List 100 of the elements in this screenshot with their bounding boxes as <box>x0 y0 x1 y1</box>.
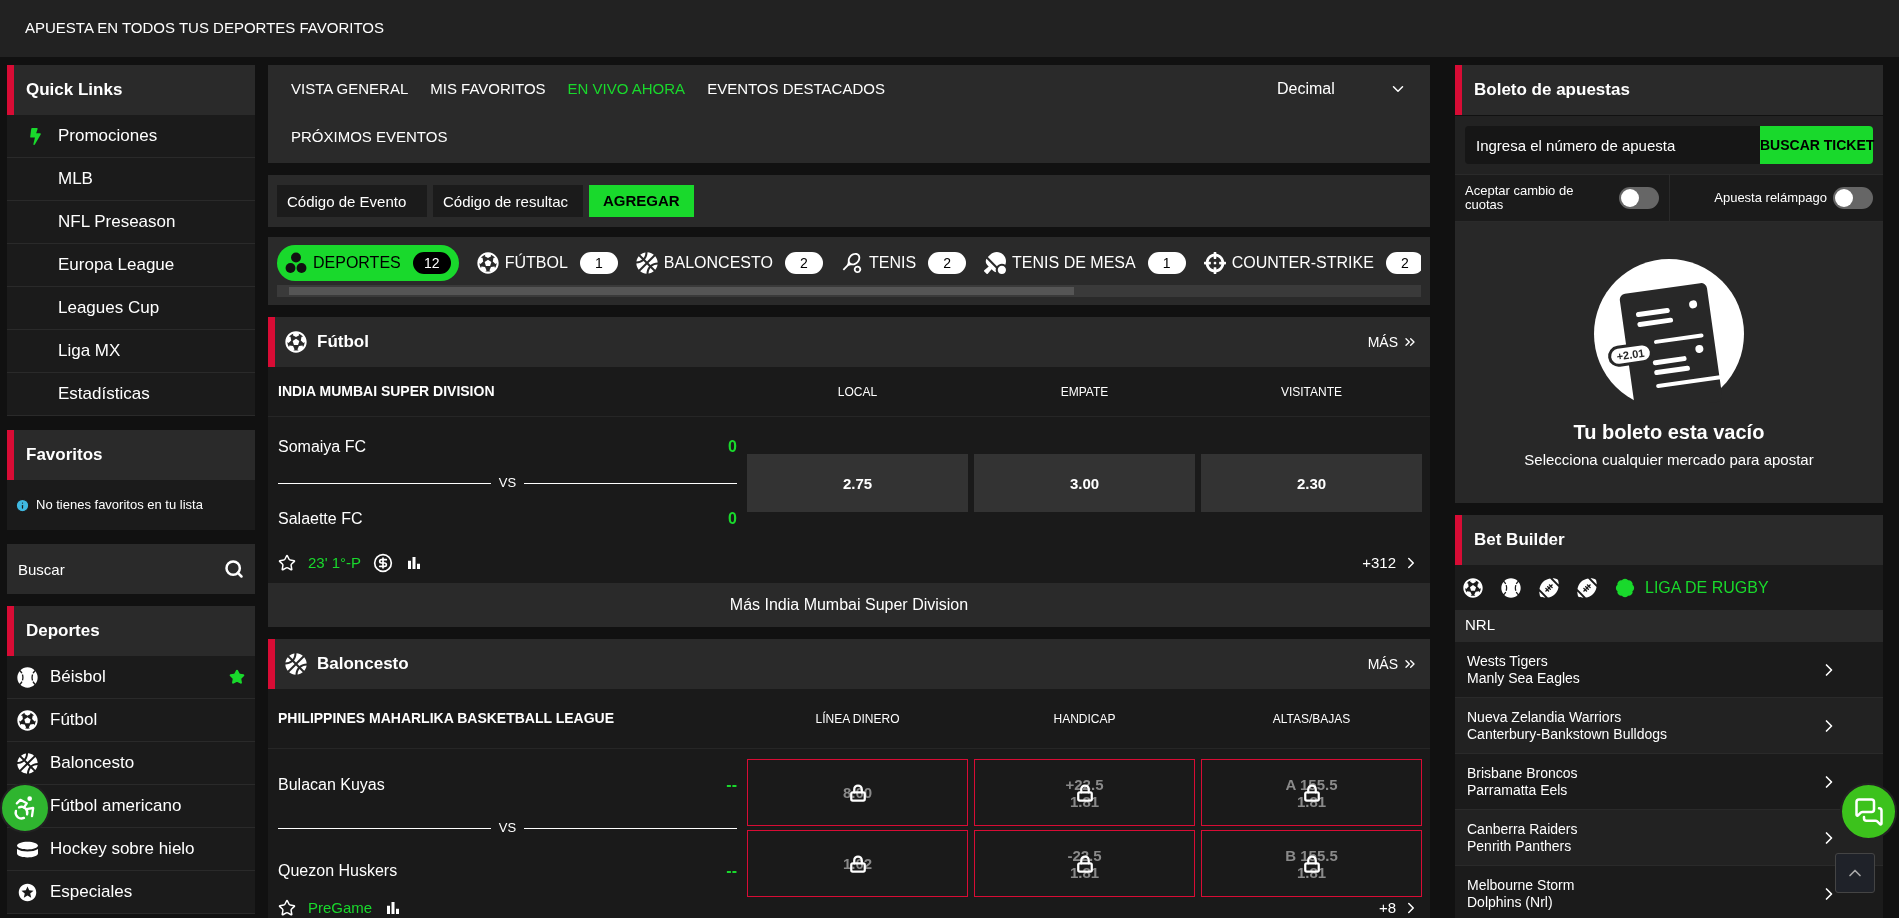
ticket-number-field[interactable]: Ingresa el número de apuesta <box>1465 126 1760 164</box>
panel-title: Quick Links <box>26 79 123 102</box>
count-badge: 2 <box>1385 252 1421 274</box>
sport-tab[interactable]: LIGA DE RUGBY <box>1615 575 1769 600</box>
nav-tab[interactable]: EN VIVO AHORA <box>567 65 686 113</box>
result-code-field[interactable]: Código de resultac <box>433 185 583 217</box>
search-field[interactable]: Buscar <box>7 544 255 594</box>
match-status: 23' 1°-P <box>308 552 362 573</box>
add-button[interactable]: AGREGAR <box>589 185 694 217</box>
quick-link-item[interactable]: Liga MX <box>7 330 255 373</box>
quick-link-label: Europa League <box>58 254 175 277</box>
more-events-button[interactable]: Más India Mumbai Super Division <box>268 583 1430 627</box>
team-name: Bulacan Kuyas <box>278 775 385 795</box>
event-code-field[interactable]: Código de Evento <box>277 185 427 217</box>
quick-link-label: Leagues Cup <box>58 297 160 320</box>
odds-button[interactable]: 2.30 <box>1201 454 1422 512</box>
panel-title: Bet Builder <box>1474 529 1565 552</box>
away-team: Canterbury-Bankstown Bulldogs <box>1467 725 1667 743</box>
home-team: Nueva Zelandia Warriors <box>1467 708 1623 726</box>
quick-link-label: MLB <box>58 168 93 191</box>
column-header: LOCAL <box>836 383 879 401</box>
column-header: HANDICAP <box>1052 710 1117 728</box>
match-row[interactable]: Nueva Zelandia Warriors Canterbury-Bankstown Bulldogs <box>1455 697 1883 753</box>
team-score: -- <box>726 775 737 795</box>
odds-button[interactable]: A 155.5 1.81 <box>1201 759 1422 826</box>
match-row[interactable]: Canberra Raiders Penrith Panthers <box>1455 809 1883 865</box>
count-badge: 12 <box>412 252 451 274</box>
nav-tab[interactable]: MIS FAVORITOS <box>430 65 546 113</box>
empty-slip-title: Tu boleto esta vacío <box>1573 420 1765 445</box>
away-team: Parramatta Eels <box>1467 781 1569 799</box>
away-team: Penrith Panthers <box>1467 837 1573 855</box>
team-score: -- <box>726 861 737 881</box>
count-badge: 2 <box>928 252 967 274</box>
away-team: Manly Sea Eagles <box>1467 669 1580 687</box>
column-header: LÍNEA DINERO <box>814 710 901 728</box>
match-row[interactable]: Brisbane Broncos Parramatta Eels <box>1455 753 1883 809</box>
sport-chip[interactable]: DEPORTES 12 <box>277 245 459 281</box>
versus-label: VS <box>498 819 517 838</box>
quick-link-item[interactable]: Leagues Cup <box>7 287 255 330</box>
home-team: Canberra Raiders <box>1467 820 1578 838</box>
league-title: INDIA MUMBAI SUPER DIVISION <box>277 382 496 401</box>
nav-tab[interactable]: VISTA GENERAL <box>291 65 409 113</box>
sport-item[interactable]: Béisbol <box>50 664 106 690</box>
team-name: Salaette FC <box>278 509 363 529</box>
away-team: Dolphins (Nrl) <box>1467 893 1554 911</box>
favorites-message: No tienes favoritos en tu lista <box>36 496 203 515</box>
section-title: Fútbol <box>317 331 369 354</box>
column-header: ALTAS/BAJAS <box>1271 710 1352 728</box>
quick-link-item[interactable]: MLB <box>7 158 255 201</box>
odds-button[interactable]: B 155.5 1.81 <box>1201 830 1422 897</box>
count-badge: 2 <box>784 252 823 274</box>
more-markets-link[interactable]: +312 <box>1362 551 1420 575</box>
sport-chip[interactable]: COUNTER-STRIKE 2 <box>1203 245 1421 281</box>
empty-slip-text: Selecciona cualquier mercado para apostar <box>1524 450 1814 470</box>
quick-link-item[interactable]: Estadísticas <box>7 373 255 416</box>
nav-tab[interactable]: EVENTOS DESTACADOS <box>707 65 885 113</box>
odds-label: +2.01 <box>1615 346 1646 363</box>
odds-button[interactable]: 2.75 <box>747 454 968 512</box>
versus-label: VS <box>498 474 517 493</box>
panel-title: Boleto de apuestas <box>1474 79 1630 102</box>
home-team: Brisbane Broncos <box>1467 764 1578 782</box>
team-score: 0 <box>728 509 737 529</box>
top-bar-title: APUESTA EN TODOS TUS DEPORTES FAVORITOS <box>25 18 384 39</box>
toggle-label: Apuesta relámpago <box>1714 191 1827 205</box>
quick-link-item[interactable]: NFL Preseason <box>7 201 255 244</box>
odds-format-dropdown[interactable]: Decimal <box>1277 65 1407 113</box>
toggle-label: Aceptar cambio de cuotas <box>1465 184 1575 212</box>
more-link[interactable]: MÁS <box>1367 331 1418 353</box>
quick-link-label: Liga MX <box>58 340 121 363</box>
panel-title: Favoritos <box>26 444 103 467</box>
home-team: Wests Tigers <box>1467 652 1549 670</box>
odds-button[interactable]: -22.5 1.81 <box>974 830 1195 897</box>
quick-link-label: Estadísticas <box>58 383 150 406</box>
sport-item[interactable]: Fútbol <box>50 707 98 733</box>
league-title: PHILIPPINES MAHARLIKA BASKETBALL LEAGUE <box>277 709 615 728</box>
nav-tab[interactable]: PRÓXIMOS EVENTOS <box>291 113 448 161</box>
home-team: Melbourne Storm <box>1467 876 1575 894</box>
column-header: EMPATE <box>1059 383 1110 401</box>
match-status: PreGame <box>308 897 373 918</box>
more-markets-link[interactable]: +8 <box>1378 896 1420 918</box>
panel-title: Deportes <box>26 620 100 643</box>
count-badge: 1 <box>1147 252 1186 274</box>
team-name: Somaiya FC <box>278 437 367 457</box>
count-badge: 1 <box>579 252 618 274</box>
team-name: Quezon Huskers <box>278 861 398 881</box>
sport-chip[interactable]: TENIS 2 <box>840 245 967 281</box>
team-score: 0 <box>728 437 737 457</box>
match-row[interactable]: Melbourne Storm Dolphins (Nrl) <box>1455 865 1883 918</box>
quick-link-item[interactable]: Promociones <box>7 115 255 158</box>
odds-button[interactable]: +22.5 1.81 <box>974 759 1195 826</box>
section-title: Baloncesto <box>317 653 409 676</box>
quick-link-item[interactable]: Europa League <box>7 244 255 287</box>
column-header: VISITANTE <box>1279 383 1344 401</box>
more-link[interactable]: MÁS <box>1367 653 1418 675</box>
sport-chip[interactable]: FÚTBOL 1 <box>476 245 618 281</box>
sport-chip[interactable]: TENIS DE MESA 1 <box>984 245 1186 281</box>
odds-button[interactable]: 3.00 <box>974 454 1195 512</box>
quick-link-label: NFL Preseason <box>58 211 176 234</box>
sport-chip[interactable]: BALONCESTO 2 <box>635 245 823 281</box>
match-row[interactable]: Wests Tigers Manly Sea Eagles <box>1455 641 1883 697</box>
